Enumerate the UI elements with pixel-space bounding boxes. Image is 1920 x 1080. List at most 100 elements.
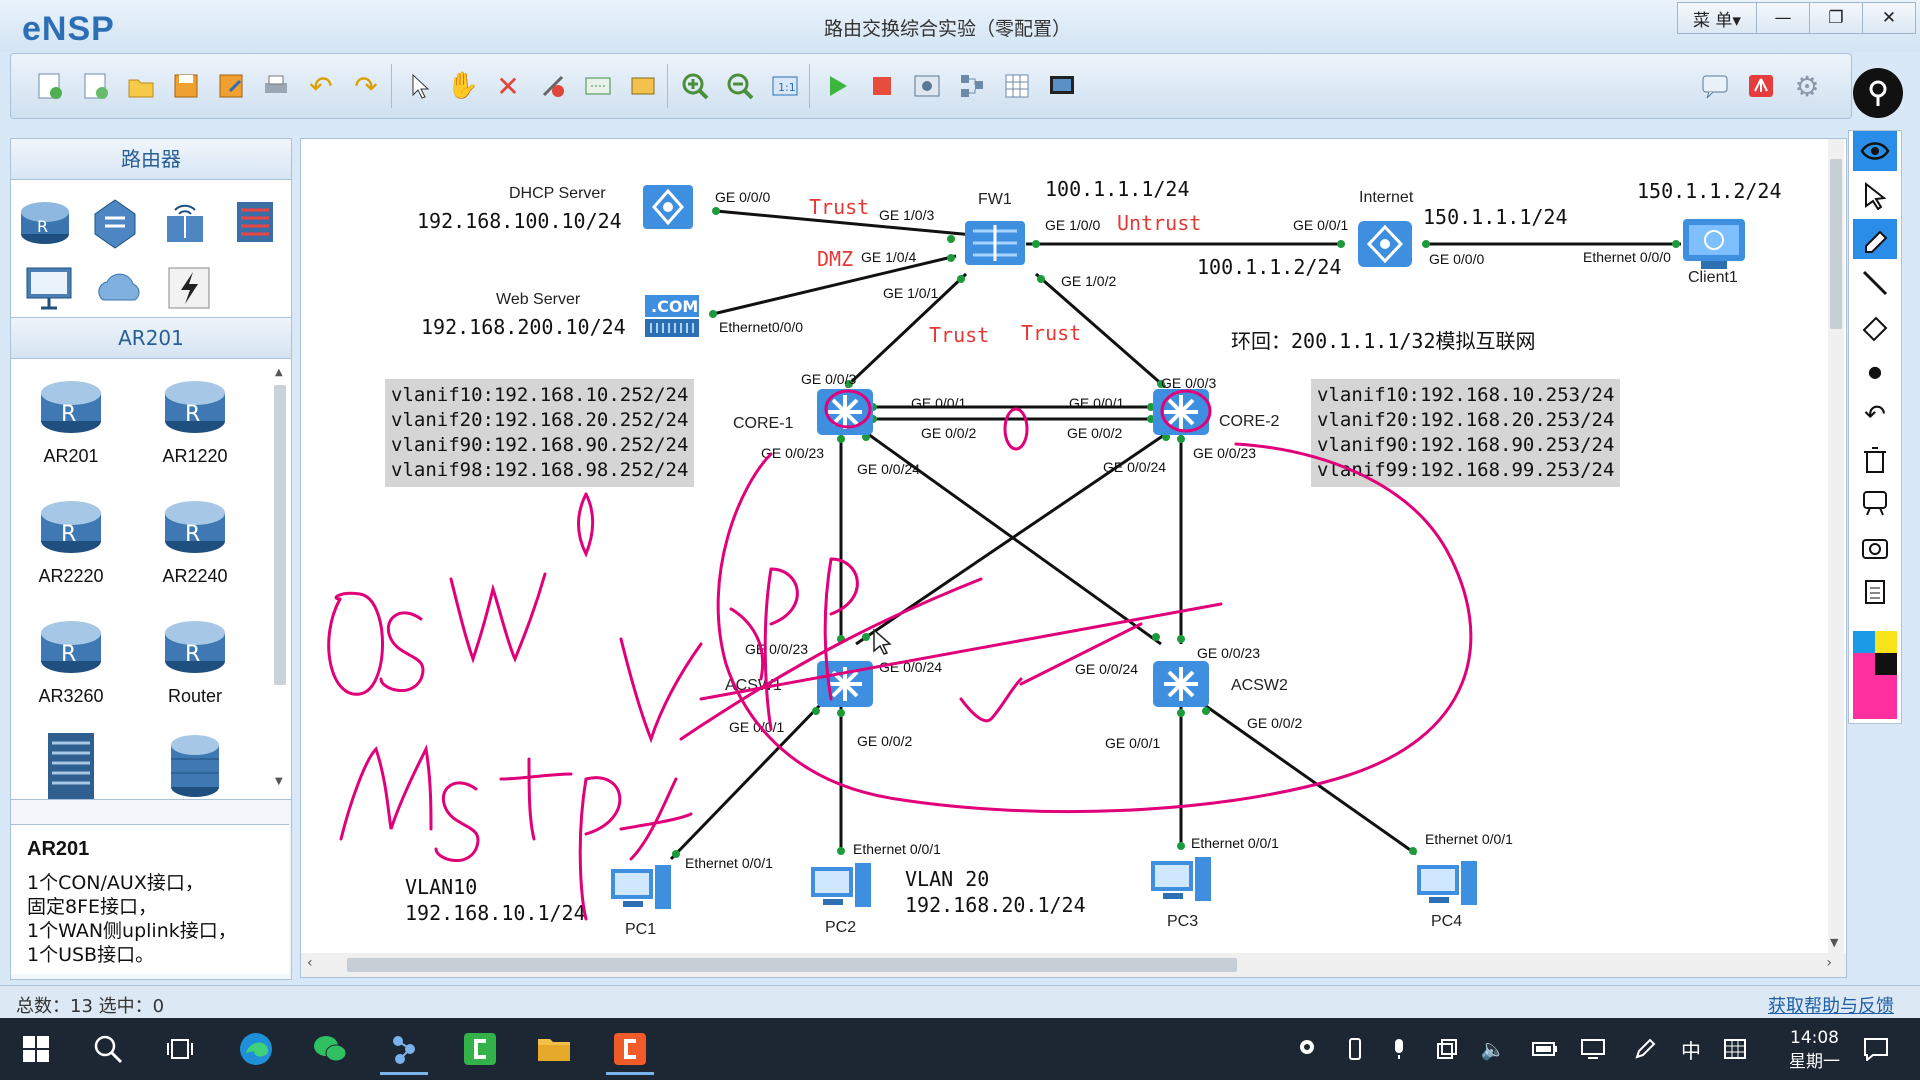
zoom-in-button[interactable] [675,66,715,106]
pc-category[interactable] [21,260,77,316]
display-tray-icon[interactable] [1432,1035,1462,1063]
restore-button[interactable]: ❐ [1809,2,1863,34]
redo-button[interactable]: ↷ [346,66,386,106]
wireless-category[interactable] [157,194,213,250]
topology-canvas[interactable]: .COM DHCP Server Web Server FW1 Internet… [300,138,1847,978]
whiteboard-button[interactable] [1853,483,1897,523]
pin-icon[interactable] [1853,68,1903,118]
taskbar-clock[interactable]: 14:08 星期一 [1789,1026,1840,1074]
close-button[interactable]: ✕ [1862,2,1916,34]
category-grid: R [11,180,291,318]
save-as-button[interactable] [211,66,251,106]
eraser-tool-button[interactable] [1853,307,1897,347]
start-button[interactable] [12,1026,60,1072]
minimize-button[interactable]: — [1756,2,1810,34]
device-item-ar201[interactable]: R AR201 [11,373,131,467]
device-item-router[interactable]: R Router [135,613,255,707]
select-tool-button[interactable] [399,66,439,106]
volume-tray-icon[interactable]: 🔈 [1478,1035,1508,1063]
huawei-button[interactable] [1741,66,1781,106]
ensp-app[interactable] [380,1026,428,1075]
hand-icon: ✋ [446,71,480,101]
ensp-app-icon [393,1036,415,1064]
print-button[interactable] [256,66,296,106]
network-tray-icon[interactable] [1578,1035,1608,1063]
pen-size-button[interactable]: ● [1853,351,1897,391]
camtasia-app[interactable] [456,1026,504,1072]
device-item-cluster[interactable] [135,731,255,799]
device-item-ar2240[interactable]: R AR2240 [135,493,255,587]
undo-button[interactable]: ↶ [301,66,341,106]
other-category[interactable] [161,260,217,316]
clipboard-icon [1865,580,1885,604]
keyboard-tray-icon[interactable] [1720,1035,1750,1063]
delete-button[interactable]: ✕ [488,66,528,106]
delete-link-button[interactable] [533,66,573,106]
grid-button[interactable] [997,66,1037,106]
menu-button[interactable]: 菜 单▾ [1677,2,1757,34]
canvas-vertical-scrollbar[interactable]: ▼ [1828,139,1844,953]
camtasia-green-icon [464,1033,496,1065]
location-tray-icon[interactable] [1292,1035,1322,1063]
notification-button[interactable] [1856,1035,1896,1063]
color-palette[interactable] [1853,631,1897,721]
screenshot-button[interactable] [1853,527,1897,567]
notes-button[interactable] [1853,571,1897,611]
device-list-scrollbar[interactable]: ▲ ▼ [273,367,287,787]
pen-tray-icon[interactable] [1630,1035,1660,1063]
router-category[interactable]: R [17,194,73,250]
screen-button[interactable] [1042,66,1082,106]
eye-tool-button[interactable] [1853,131,1897,171]
save-button[interactable] [166,66,206,106]
settings-button[interactable]: ⚙ [1787,66,1827,106]
switch-icon [94,199,136,249]
pan-tool-button[interactable]: ✋ [443,66,483,106]
device-item-chassis[interactable] [11,731,131,799]
search-button[interactable] [84,1026,132,1072]
device-item-ar3260[interactable]: R AR3260 [11,613,131,707]
device-item-ar1220[interactable]: R AR1220 [135,373,255,467]
line-tool-button[interactable] [1853,263,1897,303]
taskbar: 🔈 中 14:08 星期一 [0,1018,1920,1080]
new-topology-button[interactable] [29,66,69,106]
clear-button[interactable] [1853,439,1897,479]
switch-category[interactable] [87,194,143,250]
canvas-horizontal-scrollbar[interactable]: ‹ › [301,953,1846,977]
edge-app[interactable] [232,1026,280,1072]
task-view-button[interactable] [156,1026,204,1072]
pointer-tool-button[interactable] [1853,175,1897,215]
stop-device-button[interactable] [862,66,902,106]
highlighter-tool-button[interactable] [1853,219,1897,259]
description-line: 1个USB接口。 [27,944,155,966]
undo-draw-button[interactable]: ↶ [1853,395,1897,435]
chat-button[interactable] [1695,66,1735,106]
open-button[interactable] [121,66,161,106]
topology-button[interactable] [952,66,992,106]
new-test-button[interactable] [75,66,115,106]
firewall-category[interactable] [227,194,283,250]
save-icon [174,74,198,98]
microphone-icon [1395,1039,1403,1059]
start-device-button[interactable] [817,66,857,106]
device-item-ar2220[interactable]: R AR2220 [11,493,131,587]
capture-button[interactable] [907,66,947,106]
wechat-app[interactable] [306,1026,354,1072]
ime-indicator[interactable]: 中 [1676,1035,1706,1063]
recorder-app[interactable] [606,1026,654,1075]
router-icon: R [165,501,225,553]
status-bar: 总数：13 选中：0 获取帮助与反馈 [0,985,1920,1019]
zoom-out-button[interactable] [720,66,760,106]
battery-tray-icon[interactable] [1530,1035,1560,1063]
usb-tray-icon[interactable] [1340,1035,1370,1063]
fit-button[interactable]: 1:1 [765,66,805,106]
text-tool-button[interactable] [578,66,618,106]
edge-icon [240,1033,272,1065]
help-feedback-link[interactable]: 获取帮助与反馈 [1768,992,1894,1018]
mic-tray-icon[interactable] [1384,1035,1414,1063]
router-icon: R [165,381,225,433]
description-line: 1个CON/AUX接口， [27,872,204,894]
file-explorer-app[interactable] [530,1026,578,1072]
shape-tool-button[interactable] [623,66,663,106]
cloud-category[interactable] [91,260,147,316]
topology-icon [961,75,983,97]
